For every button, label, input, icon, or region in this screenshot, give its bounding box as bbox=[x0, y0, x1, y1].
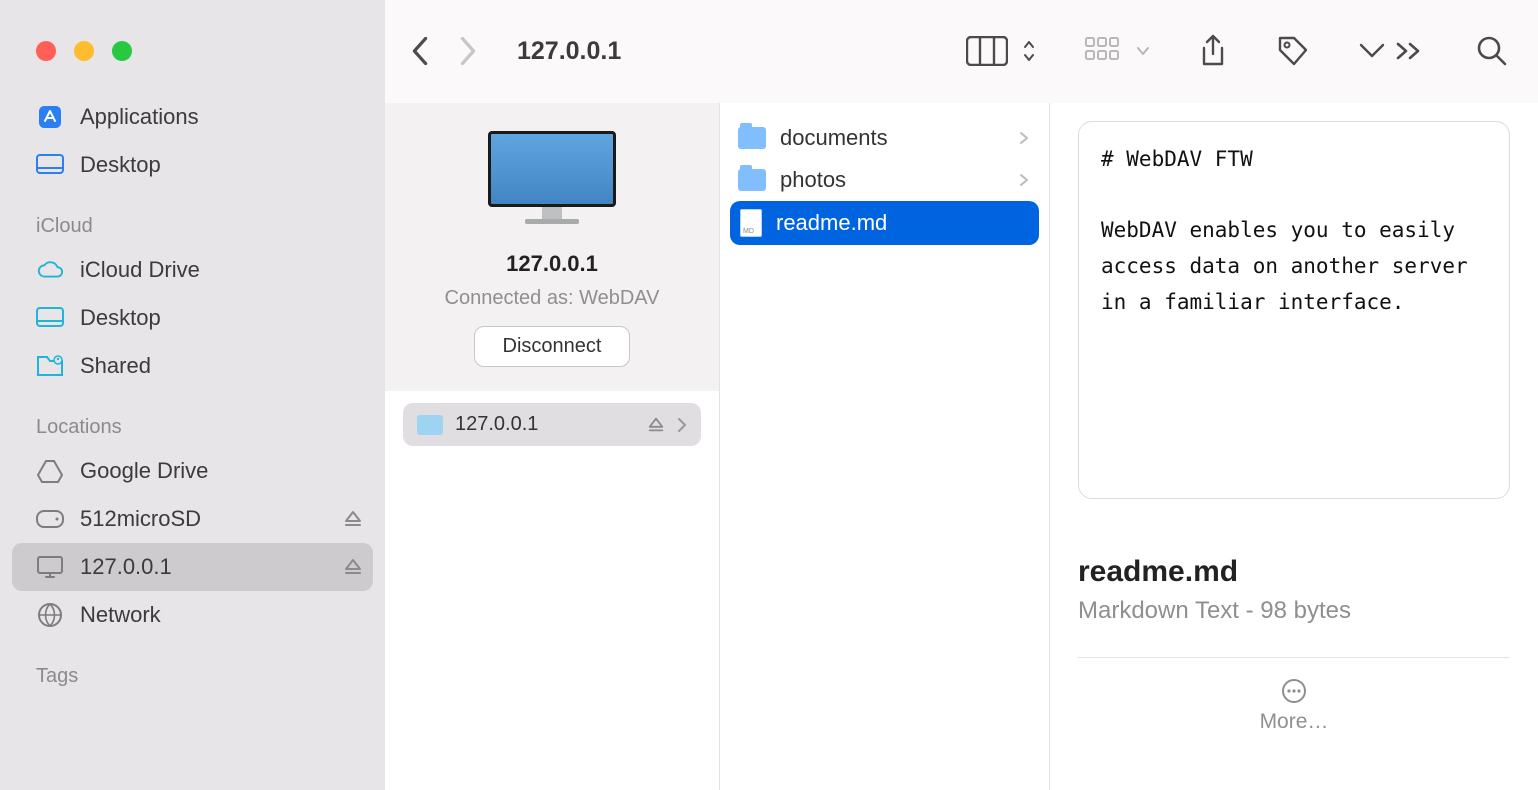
sidebar-item-shared[interactable]: Shared bbox=[0, 342, 385, 390]
preview-column: # WebDAV FTW WebDAV enables you to easil… bbox=[1050, 103, 1538, 790]
sidebar-item-512microsd[interactable]: 512microSD bbox=[0, 495, 385, 543]
server-volume-row[interactable]: 127.0.0.1 bbox=[403, 403, 701, 446]
server-panel: 127.0.0.1 Connected as: WebDAV Disconnec… bbox=[385, 103, 719, 391]
file-row-photos[interactable]: photos bbox=[720, 159, 1049, 201]
sidebar-item-label: Applications bbox=[80, 104, 199, 130]
file-label: documents bbox=[780, 125, 888, 151]
folder-icon bbox=[738, 127, 766, 149]
network-icon bbox=[36, 601, 64, 629]
sidebar-item-google-drive[interactable]: Google Drive bbox=[0, 447, 385, 495]
tags-button[interactable] bbox=[1276, 34, 1310, 68]
sidebar-item-label: Google Drive bbox=[80, 458, 208, 484]
file-label: photos bbox=[780, 167, 846, 193]
eject-icon[interactable] bbox=[343, 509, 363, 529]
sidebar-item-label: Shared bbox=[80, 353, 151, 379]
more-icon bbox=[1078, 678, 1510, 704]
file-row-documents[interactable]: documents bbox=[720, 117, 1049, 159]
sidebar: Applications Desktop iCloud iCloud Drive… bbox=[0, 103, 385, 790]
server-monitor-icon bbox=[482, 131, 622, 231]
more-button[interactable]: More… bbox=[1078, 678, 1510, 734]
overflow-button[interactable] bbox=[1358, 42, 1386, 60]
server-column: 127.0.0.1 Connected as: WebDAV Disconnec… bbox=[385, 103, 720, 790]
more-label: More… bbox=[1078, 710, 1510, 734]
server-name: 127.0.0.1 bbox=[405, 251, 699, 277]
sidebar-item-label: 512microSD bbox=[80, 506, 201, 532]
window-title: 127.0.0.1 bbox=[517, 37, 621, 66]
disconnect-button[interactable]: Disconnect bbox=[474, 326, 631, 367]
file-row-readme[interactable]: readme.md bbox=[730, 201, 1039, 245]
file-label: readme.md bbox=[776, 210, 887, 236]
desktop-icon bbox=[36, 151, 64, 179]
sidebar-section-tags: Tags bbox=[0, 639, 385, 696]
nav-arrows bbox=[411, 37, 477, 65]
chevron-right-icon bbox=[677, 417, 687, 433]
sidebar-item-icloud-desktop[interactable]: Desktop bbox=[0, 294, 385, 342]
divider bbox=[1078, 657, 1510, 658]
server-volume-label: 127.0.0.1 bbox=[455, 413, 538, 436]
titlebar: 127.0.0.1 bbox=[0, 0, 1538, 103]
sidebar-item-label: Desktop bbox=[80, 152, 161, 178]
eject-icon[interactable] bbox=[343, 557, 363, 577]
cloud-icon bbox=[36, 256, 64, 284]
applications-icon bbox=[36, 103, 64, 131]
window-controls bbox=[0, 0, 385, 103]
toolbar: 127.0.0.1 bbox=[385, 0, 1538, 103]
sidebar-item-icloud-drive[interactable]: iCloud Drive bbox=[0, 246, 385, 294]
back-button[interactable] bbox=[411, 37, 429, 65]
share-button[interactable] bbox=[1198, 34, 1228, 68]
folder-icon bbox=[738, 169, 766, 191]
sidebar-item-network[interactable]: Network bbox=[0, 591, 385, 639]
fullscreen-window-button[interactable] bbox=[112, 41, 132, 61]
sidebar-item-applications[interactable]: Applications bbox=[0, 103, 385, 141]
desktop-icon bbox=[36, 304, 64, 332]
eject-icon[interactable] bbox=[647, 416, 665, 434]
document-icon bbox=[740, 209, 762, 237]
sidebar-item-desktop[interactable]: Desktop bbox=[0, 141, 385, 189]
gdrive-icon bbox=[36, 457, 64, 485]
forward-button[interactable] bbox=[459, 37, 477, 65]
sidebar-item-label: Network bbox=[80, 602, 161, 628]
sidebar-section-locations: Locations bbox=[0, 390, 385, 447]
sidebar-item-label: Desktop bbox=[80, 305, 161, 331]
sidebar-item-127-0-0-1[interactable]: 127.0.0.1 bbox=[12, 543, 373, 591]
group-by-button[interactable] bbox=[1084, 36, 1150, 66]
chevron-right-icon bbox=[1019, 173, 1029, 187]
preview-filename: readme.md bbox=[1078, 555, 1510, 589]
minimize-window-button[interactable] bbox=[74, 41, 94, 61]
overflow-chevrons-icon[interactable] bbox=[1394, 40, 1428, 62]
shared-volume-icon bbox=[417, 415, 443, 435]
close-window-button[interactable] bbox=[36, 41, 56, 61]
monitor-icon bbox=[36, 553, 64, 581]
search-button[interactable] bbox=[1476, 35, 1508, 67]
sidebar-section-icloud: iCloud bbox=[0, 189, 385, 246]
view-columns-button[interactable] bbox=[966, 36, 1036, 66]
sidebar-item-label: iCloud Drive bbox=[80, 257, 200, 283]
server-status: Connected as: WebDAV bbox=[405, 287, 699, 310]
shared-folder-icon bbox=[36, 352, 64, 380]
chevron-right-icon bbox=[1019, 131, 1029, 145]
files-column: documents photos readme.md bbox=[720, 103, 1050, 790]
drive-icon bbox=[36, 505, 64, 533]
preview-meta: Markdown Text - 98 bytes bbox=[1078, 597, 1510, 625]
preview-text: # WebDAV FTW WebDAV enables you to easil… bbox=[1101, 147, 1480, 314]
sidebar-item-label: 127.0.0.1 bbox=[80, 554, 172, 580]
preview-content: # WebDAV FTW WebDAV enables you to easil… bbox=[1078, 121, 1510, 499]
